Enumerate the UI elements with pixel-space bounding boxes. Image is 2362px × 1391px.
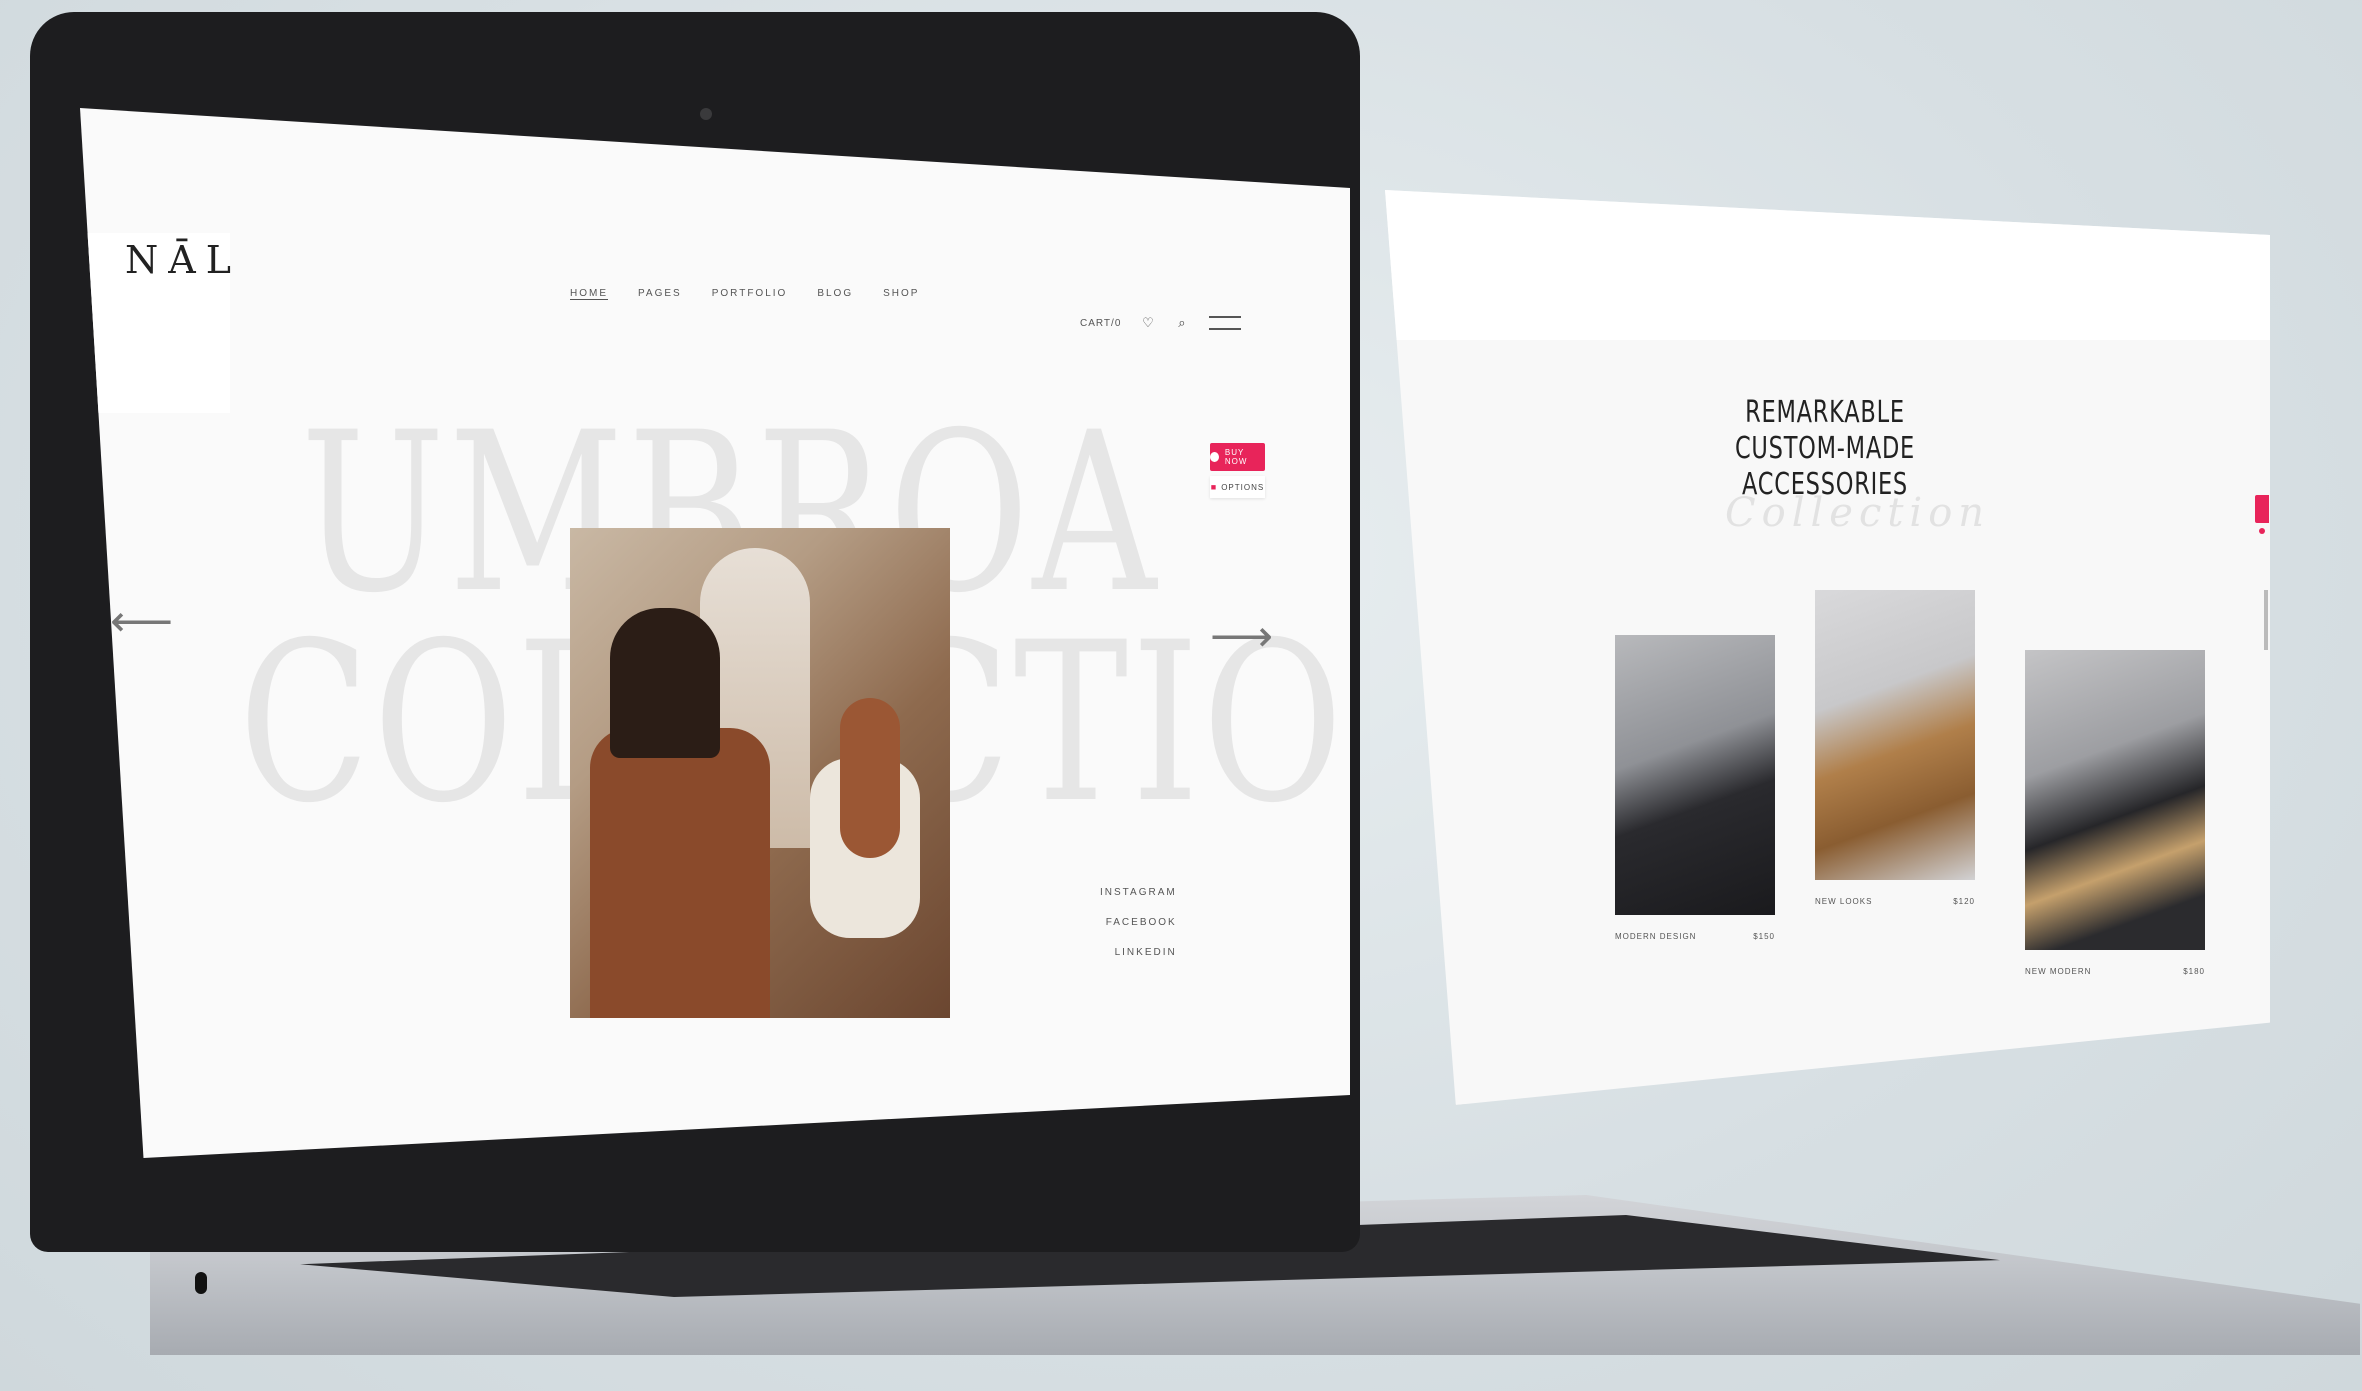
buy-icon bbox=[1210, 452, 1219, 462]
laptop-port bbox=[195, 1272, 207, 1294]
nav-item-portfolio[interactable]: PORTFOLIO bbox=[712, 288, 788, 300]
product-card[interactable]: NEW LOOKS $120 bbox=[1815, 590, 1975, 906]
heart-icon[interactable]: ♡ bbox=[1141, 316, 1155, 330]
options-button[interactable]: ■ OPTIONS bbox=[1210, 476, 1265, 498]
main-nav: HOME PAGES PORTFOLIO BLOG SHOP bbox=[570, 288, 919, 300]
product-price: $150 bbox=[1753, 932, 1775, 941]
nav-item-blog[interactable]: BLOG bbox=[817, 288, 853, 300]
product-image[interactable] bbox=[1615, 635, 1775, 915]
product-price: $120 bbox=[1953, 897, 1975, 906]
arrow-left-icon[interactable]: ⟵ bbox=[110, 596, 173, 647]
laptop-screen: NĀL HOME PAGES PORTFOLIO BLOG SHOP CART/… bbox=[80, 108, 1350, 1158]
social-instagram[interactable]: INSTAGRAM bbox=[1100, 878, 1177, 908]
product-name[interactable]: NEW LOOKS bbox=[1815, 897, 1872, 906]
camera-icon bbox=[700, 108, 712, 120]
cart-link[interactable]: CART/0 bbox=[1080, 318, 1121, 329]
cart-icon: ■ bbox=[1210, 482, 1218, 492]
panel-title-line1: REMARKABLE bbox=[1745, 395, 1905, 430]
social-links: INSTAGRAM FACEBOOK LINKEDIN bbox=[1100, 878, 1177, 968]
model-hair bbox=[610, 608, 720, 758]
nav-item-home[interactable]: HOME bbox=[570, 288, 608, 300]
product-caption: NEW LOOKS $120 bbox=[1815, 897, 1975, 906]
product-name[interactable]: MODERN DESIGN bbox=[1615, 932, 1696, 941]
panel-title-line2: CUSTOM-MADE bbox=[1734, 431, 1916, 466]
product-price: $180 bbox=[2183, 967, 2205, 976]
panel-script-word: Collection bbox=[1725, 490, 1991, 536]
cart-icon[interactable] bbox=[2259, 528, 2265, 534]
panel-title: REMARKABLE CUSTOM-MADE ACCESSORIES bbox=[1720, 395, 1930, 503]
nav-item-shop[interactable]: SHOP bbox=[883, 288, 919, 300]
floating-screen: REMARKABLE CUSTOM-MADE ACCESSORIES Colle… bbox=[1385, 190, 2270, 1105]
product-card[interactable]: MODERN DESIGN $150 bbox=[1615, 635, 1775, 941]
buy-now-button[interactable]: BUY NOW bbox=[1210, 443, 1265, 471]
site-logo[interactable]: NĀL bbox=[125, 238, 241, 282]
social-facebook[interactable]: FACEBOOK bbox=[1100, 908, 1177, 938]
model-figure bbox=[590, 728, 770, 1018]
search-icon[interactable]: ⌕ bbox=[1175, 316, 1189, 330]
seated-figure bbox=[840, 698, 900, 858]
scrollbar[interactable] bbox=[2264, 590, 2268, 650]
arrow-right-icon[interactable]: ⟶ bbox=[1210, 611, 1273, 662]
product-card[interactable]: NEW MODERN $180 bbox=[2025, 650, 2205, 976]
product-caption: NEW MODERN $180 bbox=[2025, 967, 2205, 976]
buy-now-label: BUY NOW bbox=[1224, 448, 1248, 466]
menu-icon[interactable] bbox=[1209, 316, 1242, 330]
product-caption: MODERN DESIGN $150 bbox=[1615, 932, 1775, 941]
options-label: OPTIONS bbox=[1221, 482, 1265, 492]
buy-now-button[interactable] bbox=[2255, 495, 2269, 523]
hero-image bbox=[570, 528, 950, 1018]
social-linkedin[interactable]: LINKEDIN bbox=[1100, 938, 1177, 968]
header-tools: CART/0 ♡ ⌕ bbox=[1080, 316, 1242, 330]
product-image[interactable] bbox=[2025, 650, 2205, 950]
product-name[interactable]: NEW MODERN bbox=[2025, 967, 2091, 976]
nav-item-pages[interactable]: PAGES bbox=[638, 288, 682, 300]
product-image[interactable] bbox=[1815, 590, 1975, 880]
